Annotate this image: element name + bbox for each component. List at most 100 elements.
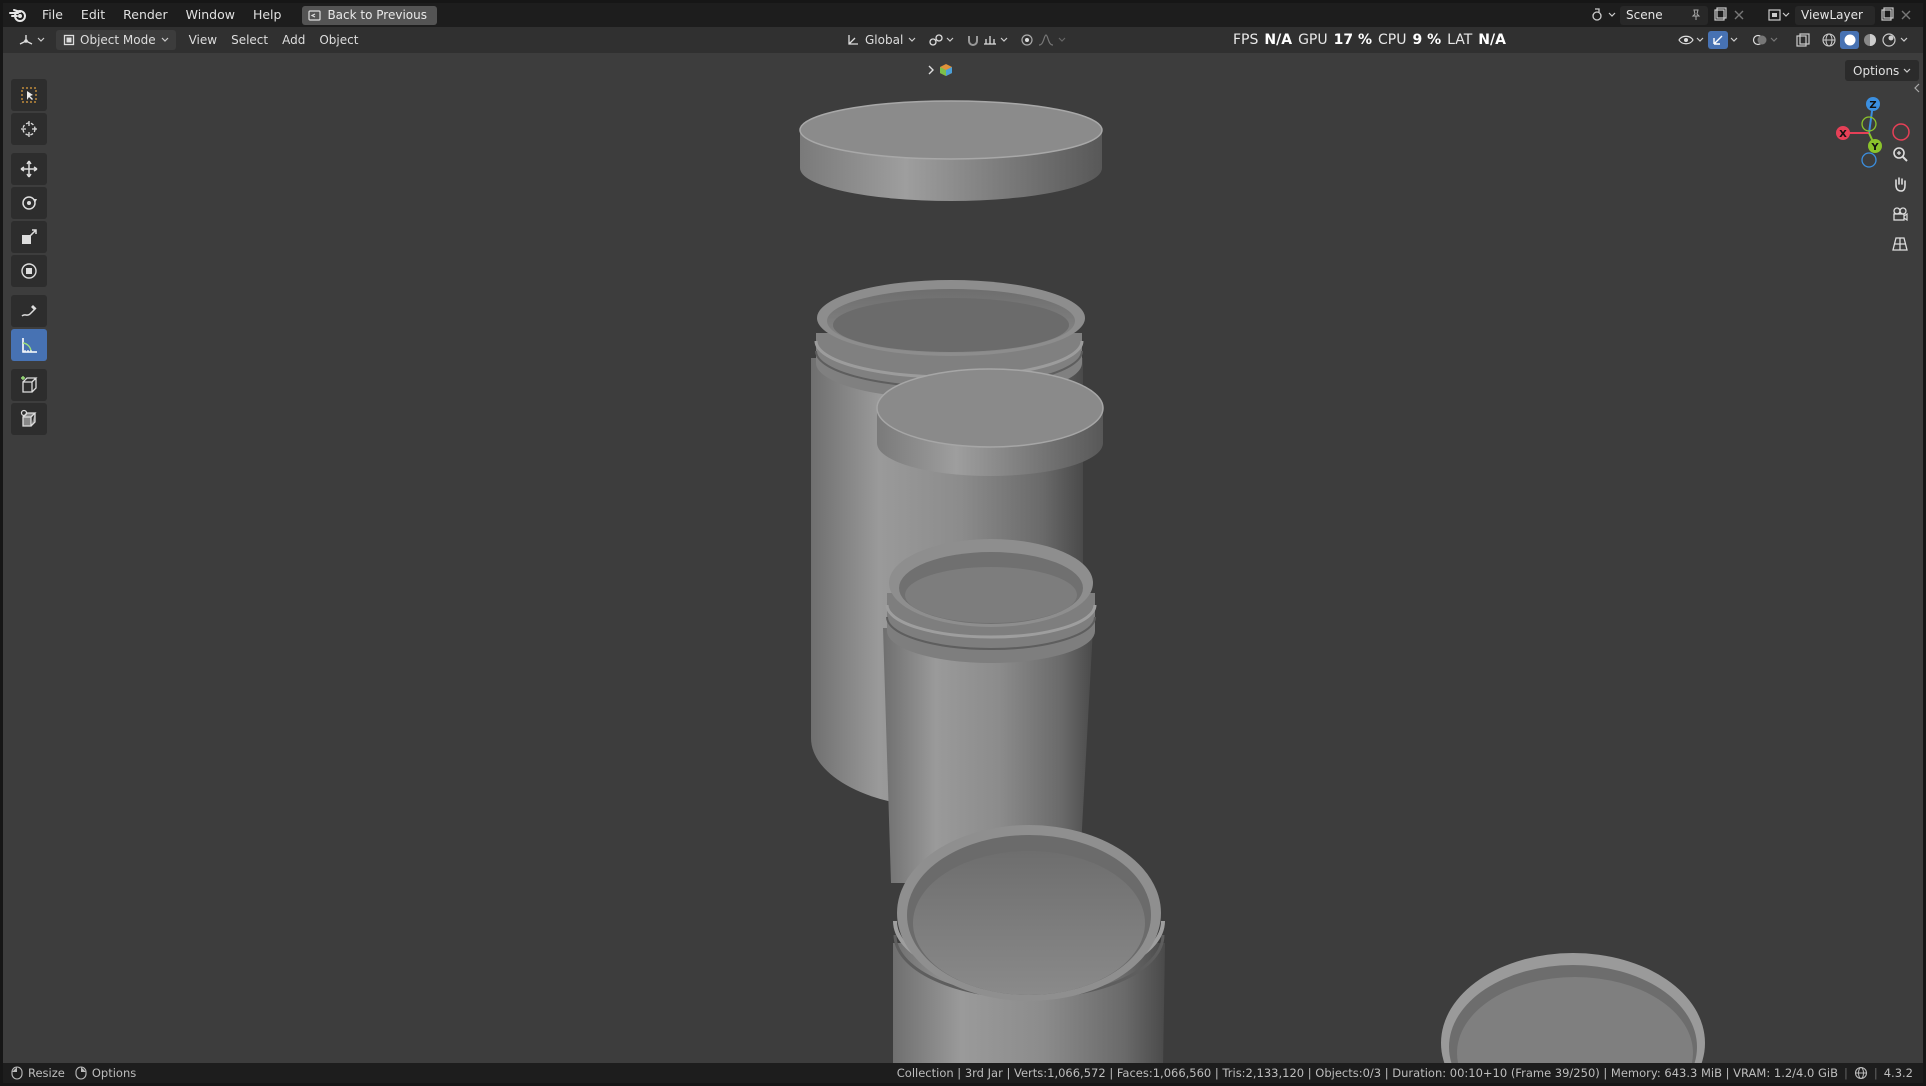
cursor-tool[interactable] [11,113,47,145]
editor-type-button[interactable] [11,30,52,50]
viewport-header: Object Mode View Select Add Object Globa… [3,27,1923,53]
rendered-shading-icon[interactable] [1881,32,1897,48]
orientation-axes-icon [846,33,860,47]
transform-orientation-select[interactable]: Global [839,30,923,50]
rotate-tool[interactable] [11,187,47,219]
chevron-down-icon[interactable] [1900,37,1908,43]
snap-increment-icon[interactable] [982,33,998,47]
delete-view-layer-icon[interactable] [1899,8,1913,22]
zoom-icon[interactable] [1887,141,1913,167]
transform-tool[interactable] [11,255,47,287]
pin-icon[interactable] [1690,9,1702,21]
fps-value: N/A [1264,32,1293,48]
back-to-previous-label: Back to Previous [327,8,427,22]
scene-name: Scene [1626,8,1663,22]
menu-edit[interactable]: Edit [72,3,114,27]
chevron-down-icon [1903,68,1911,74]
menu-view[interactable]: View [182,30,224,50]
network-globe-icon [1854,1066,1868,1080]
menu-window[interactable]: Window [177,3,244,27]
wireframe-shading-icon[interactable] [1821,32,1837,48]
object-mode-select[interactable]: Object Mode [56,30,176,50]
camera-view-icon[interactable] [1887,201,1913,227]
3d-viewport-icon [18,33,34,47]
jar-front[interactable] [893,825,1165,1063]
options-dropdown[interactable]: Options [1845,60,1920,81]
lid-top[interactable] [799,100,1103,201]
chevron-right-icon[interactable] [927,65,935,75]
pan-hand-icon[interactable] [1887,171,1913,197]
xray-toggle-icon[interactable] [1795,32,1811,48]
lat-value: N/A [1478,32,1506,48]
material-preview-icon[interactable] [1862,32,1878,48]
eye-selectability-icon [1678,33,1694,47]
proportional-editing-controls[interactable] [1013,30,1073,50]
axis-y-label: Y [1870,142,1879,153]
status-options: Options [91,1066,137,1080]
menu-file[interactable]: File [33,3,72,27]
mouse-left-icon [11,1066,23,1080]
object-gizmo-icon[interactable] [939,63,953,77]
back-to-previous-button[interactable]: Back to Previous [302,5,437,25]
menu-object[interactable]: Object [312,30,365,50]
proportional-editing-icon[interactable] [1020,33,1034,47]
menu-select[interactable]: Select [224,30,275,50]
menu-render[interactable]: Render [114,3,177,27]
scale-tool[interactable] [11,221,47,253]
fps-label: FPS [1233,32,1259,48]
scene-selector: Scene [1590,3,1746,27]
annotate-tool[interactable] [11,295,47,327]
link-pivot-icon [928,33,944,47]
chevron-down-icon [37,37,45,43]
gizmo-toggle[interactable] [1701,30,1745,50]
gizmo-collapse[interactable] [927,60,953,80]
status-bar: Resize Options Collection | 3rd Jar | Ve… [3,1063,1923,1083]
pivot-point-select[interactable] [921,30,961,50]
performance-stats: FPS N/A GPU 17 % CPU 9 % LAT N/A [1233,27,1506,53]
blender-version: 4.3.2 [1883,1066,1913,1080]
select-box-tool[interactable] [11,79,47,111]
snap-magnet-icon[interactable] [966,33,980,47]
add-primitive-tool[interactable] [11,403,47,435]
top-menu-bar: File Edit Render Window Help Back to Pre… [3,3,1923,27]
scene-icon[interactable] [1590,7,1616,23]
new-view-layer-icon[interactable] [1879,7,1895,23]
shading-modes [1821,31,1908,49]
object-mode-label: Object Mode [80,33,156,47]
blender-logo-icon[interactable] [3,3,33,27]
3d-viewport[interactable]: Options Z X Y [3,53,1923,1063]
axis-z-icon: Z [1866,97,1880,111]
measure-tool[interactable] [11,329,47,361]
options-label: Options [1853,63,1900,78]
view-layer-selector: ViewLayer [1767,3,1913,27]
scene-name-field[interactable]: Scene [1620,5,1708,25]
status-resize: Resize [28,1066,65,1080]
delete-scene-icon[interactable] [1732,8,1746,22]
chevron-down-icon [1730,37,1738,43]
menu-help[interactable]: Help [244,3,291,27]
gpu-value: 17 % [1333,32,1372,48]
view-layer-field[interactable]: ViewLayer [1795,5,1875,25]
perspective-grid-icon[interactable] [1887,231,1913,257]
solid-shading-icon[interactable] [1840,31,1859,49]
lid-middle[interactable] [876,368,1104,476]
gizmo-icon [1708,31,1728,49]
menu-add[interactable]: Add [275,30,312,50]
falloff-curve-icon[interactable] [1038,33,1054,47]
overlays-icon [1752,33,1768,47]
overlays-toggle[interactable] [1745,30,1785,50]
axis-y-icon: Y [1868,139,1882,153]
chevron-down-icon [946,37,954,43]
snap-controls[interactable] [959,30,1015,50]
new-scene-icon[interactable] [1712,7,1728,23]
view-layer-name: ViewLayer [1801,8,1863,22]
move-tool[interactable] [11,153,47,185]
view-layer-icon[interactable] [1767,7,1791,23]
cpu-label: CPU [1378,32,1407,48]
cpu-value: 9 % [1412,32,1442,48]
chevron-down-icon [1770,37,1778,43]
scene-stats-text: Collection | 3rd Jar | Verts:1,066,572 |… [896,1066,1838,1080]
lid-bottom-right[interactable] [1441,953,1705,1063]
axis-x-label: X [1839,129,1847,140]
add-cube-tool[interactable] [11,369,47,401]
